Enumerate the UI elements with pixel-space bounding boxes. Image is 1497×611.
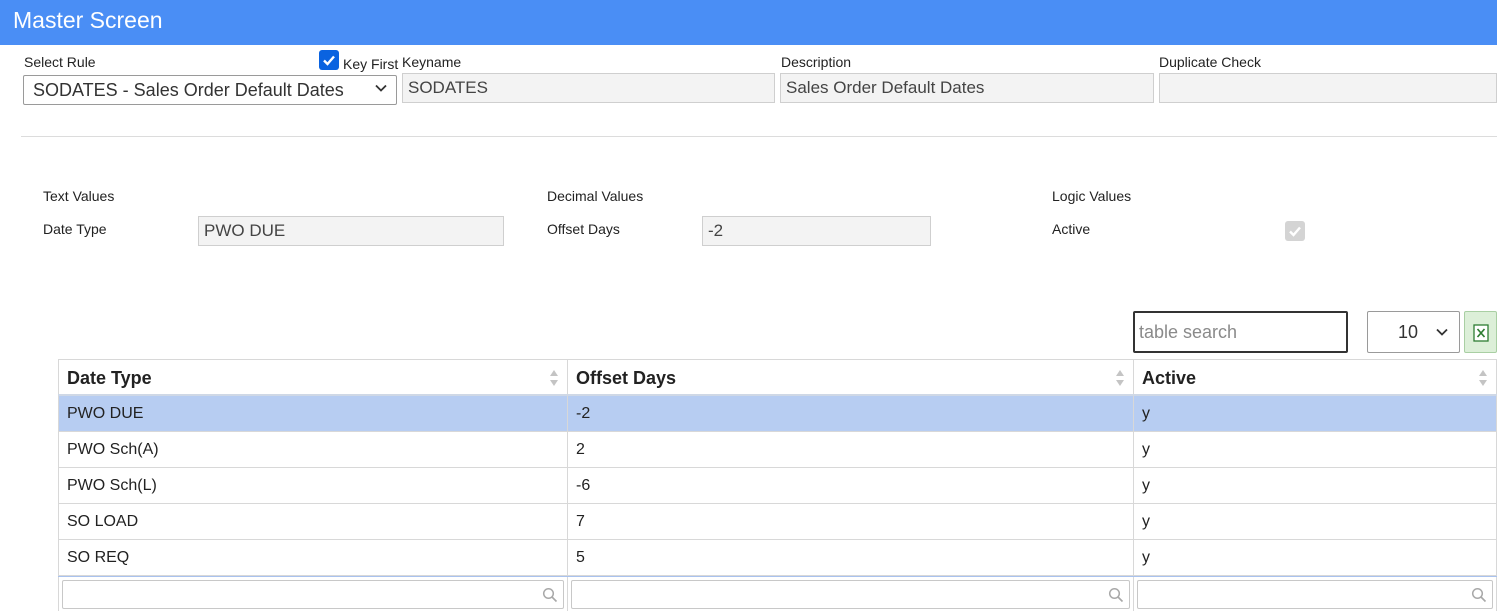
duplicate-check-field[interactable] <box>1159 73 1497 103</box>
page-size-value: 10 <box>1398 322 1419 342</box>
column-header-offset-days[interactable]: Offset Days <box>567 360 1133 394</box>
column-header-active[interactable]: Active <box>1133 360 1497 394</box>
key-first-checkbox[interactable] <box>319 50 339 70</box>
date-type-field[interactable]: PWO DUE <box>198 216 504 246</box>
checkmark-icon <box>323 55 335 66</box>
offset-days-label: Offset Days <box>547 221 620 237</box>
sort-icon <box>1116 370 1124 386</box>
filter-input-active[interactable] <box>1137 580 1493 609</box>
filter-input-offset-days[interactable] <box>571 580 1130 609</box>
table-filter-row <box>58 576 1497 611</box>
chevron-down-icon <box>1436 328 1448 336</box>
filter-input-date-type[interactable] <box>62 580 564 609</box>
sort-icon <box>550 370 558 386</box>
keyname-label: Keyname <box>402 54 462 70</box>
decimal-values-header: Decimal Values <box>547 188 644 204</box>
cell-date-type: SO REQ <box>58 540 567 575</box>
cell-active: y <box>1133 432 1497 467</box>
cell-date-type: SO LOAD <box>58 504 567 539</box>
cell-active: y <box>1133 396 1497 431</box>
cell-active: y <box>1133 468 1497 503</box>
cell-active: y <box>1133 504 1497 539</box>
table-row[interactable]: SO LOAD 7 y <box>58 504 1497 540</box>
cell-date-type: PWO DUE <box>58 396 567 431</box>
table-search-input[interactable]: table search <box>1133 311 1348 353</box>
date-type-label: Date Type <box>43 221 107 237</box>
active-checkbox <box>1285 221 1305 241</box>
data-table: Date Type Offset Days Active PWO DUE -2 … <box>58 359 1497 611</box>
table-row[interactable]: SO REQ 5 y <box>58 540 1497 576</box>
excel-export-button[interactable] <box>1464 311 1497 353</box>
description-field[interactable]: Sales Order Default Dates <box>780 73 1154 103</box>
cell-offset-days: 5 <box>567 540 1133 575</box>
text-values-header: Text Values <box>43 188 115 204</box>
table-header-row: Date Type Offset Days Active <box>58 359 1497 396</box>
cell-offset-days: 7 <box>567 504 1133 539</box>
cell-offset-days: -6 <box>567 468 1133 503</box>
page-size-select[interactable]: 10 <box>1367 311 1460 353</box>
title-bar: Master Screen <box>0 0 1497 45</box>
table-row[interactable]: PWO Sch(A) 2 y <box>58 432 1497 468</box>
active-label: Active <box>1052 221 1091 237</box>
cell-offset-days: 2 <box>567 432 1133 467</box>
select-rule-value: SODATES - Sales Order Default Dates <box>33 80 344 100</box>
sort-icon <box>1479 370 1487 386</box>
duplicate-check-label: Duplicate Check <box>1159 54 1261 70</box>
table-row[interactable]: PWO Sch(L) -6 y <box>58 468 1497 504</box>
page-title: Master Screen <box>13 7 163 33</box>
column-header-date-type[interactable]: Date Type <box>58 360 567 394</box>
keyname-field[interactable]: SODATES <box>402 73 775 103</box>
select-rule-dropdown[interactable]: SODATES - Sales Order Default Dates <box>23 75 397 105</box>
cell-date-type: PWO Sch(L) <box>58 468 567 503</box>
offset-days-field[interactable]: -2 <box>702 216 931 246</box>
search-icon <box>542 587 558 603</box>
table-row[interactable]: PWO DUE -2 y <box>58 396 1497 432</box>
cell-active: y <box>1133 540 1497 575</box>
chevron-down-icon <box>375 84 387 92</box>
search-icon <box>1108 587 1124 603</box>
section-divider <box>21 136 1497 137</box>
description-label: Description <box>781 54 852 70</box>
checkmark-icon <box>1289 226 1301 237</box>
search-icon <box>1471 587 1487 603</box>
select-rule-label: Select Rule <box>24 54 96 70</box>
cell-date-type: PWO Sch(A) <box>58 432 567 467</box>
cell-offset-days: -2 <box>567 396 1133 431</box>
excel-export-icon <box>1473 324 1489 342</box>
key-first-label: Key First <box>343 56 399 72</box>
logic-values-header: Logic Values <box>1052 188 1132 204</box>
